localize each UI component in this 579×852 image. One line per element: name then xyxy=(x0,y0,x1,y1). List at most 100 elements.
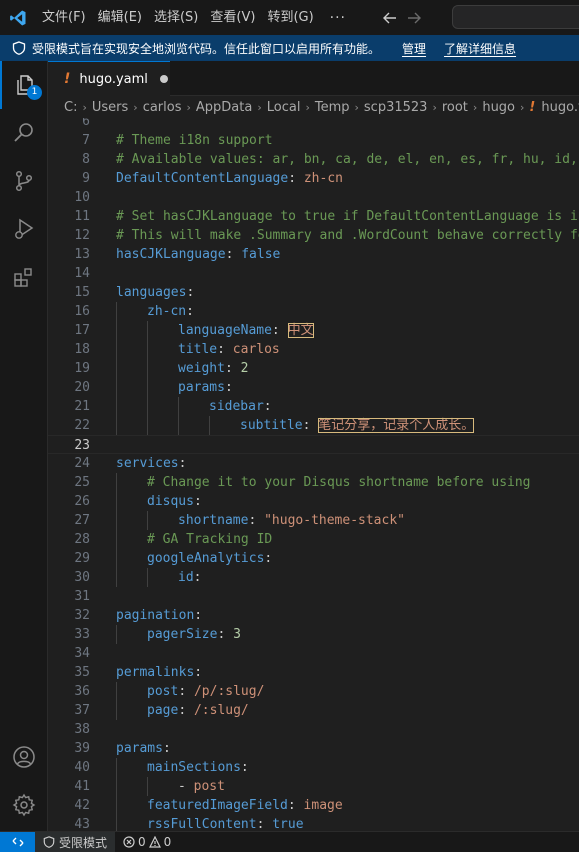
code-text: permalinks: xyxy=(116,663,202,682)
command-center-search[interactable] xyxy=(452,5,579,29)
code-line[interactable]: 25 # Change it to your Disqus shortname b… xyxy=(48,472,579,492)
indent-guide xyxy=(116,358,117,378)
indent-guide xyxy=(116,700,117,720)
code-line[interactable]: 19 weight: 2 xyxy=(48,358,579,378)
code-line[interactable]: 10 xyxy=(48,188,579,207)
forward-arrow-icon[interactable] xyxy=(402,6,426,30)
back-arrow-icon[interactable] xyxy=(378,6,402,30)
problems-indicator[interactable]: 0 0 xyxy=(123,835,174,849)
code-token: # GA Tracking ID xyxy=(147,531,273,547)
indent-guide xyxy=(116,681,117,701)
code-line[interactable]: 27 shortname: "hugo-theme-stack" xyxy=(48,510,579,530)
code-line[interactable]: 22 subtitle: 笔记分享，记录个人成长。 xyxy=(48,415,579,435)
code-line[interactable]: 21 sidebar: xyxy=(48,396,579,416)
code-line[interactable]: 32 pagination: xyxy=(48,606,579,625)
code-line[interactable]: 31 xyxy=(48,587,579,606)
menu-edit[interactable]: 编辑(E) xyxy=(92,6,148,30)
code-line[interactable]: 28 # GA Tracking ID xyxy=(48,529,579,549)
code-token: image xyxy=(303,797,343,813)
breadcrumb-item[interactable]: Users xyxy=(92,100,128,115)
menu-more-button[interactable]: ··· xyxy=(320,10,356,26)
code-token: : xyxy=(287,797,304,813)
code-line[interactable]: 7 # Theme i18n support xyxy=(48,131,579,150)
code-line[interactable]: 20 params: xyxy=(48,377,579,397)
code-line[interactable]: 18 title: carlos xyxy=(48,339,579,359)
line-number: 31 xyxy=(74,588,90,604)
code-line[interactable]: 29 googleAnalytics: xyxy=(48,548,579,568)
code-text: sidebar: xyxy=(209,397,272,416)
source-control-icon[interactable] xyxy=(0,157,48,205)
code-line[interactable]: 26 disqus: xyxy=(48,491,579,511)
code-line[interactable]: 36 post: /p/:slug/ xyxy=(48,681,579,701)
code-line[interactable]: 30 id: xyxy=(48,567,579,587)
code-line[interactable]: 6 xyxy=(48,118,579,131)
code-line[interactable]: 39 params: xyxy=(48,739,579,758)
code-text: rssFullContent: true xyxy=(147,815,304,832)
code-token: languages xyxy=(116,284,187,300)
code-text: # GA Tracking ID xyxy=(147,530,272,549)
code-line[interactable]: 41 - post xyxy=(48,776,579,796)
code-token: pagerSize xyxy=(147,626,218,642)
code-token: # This will make .Summary and .WordCount… xyxy=(116,227,579,243)
code-token: : xyxy=(263,398,272,414)
menu-go[interactable]: 转到(G) xyxy=(261,6,319,30)
breadcrumb-item[interactable]: Temp xyxy=(315,100,350,115)
code-line[interactable]: 8 # Available values: ar, bn, ca, de, el,… xyxy=(48,150,579,169)
code-line[interactable]: 37 page: /:slug/ xyxy=(48,700,579,720)
title-bar: 文件(F) 编辑(E) 选择(S) 查看(V) 转到(G) ··· xyxy=(0,0,579,35)
indent-guide xyxy=(147,415,148,435)
code-line[interactable]: 16 zh-cn: xyxy=(48,301,579,321)
code-token: : xyxy=(256,816,273,832)
breadcrumb-item[interactable]: carlos xyxy=(143,100,182,115)
run-and-debug-icon[interactable] xyxy=(0,205,48,253)
code-text: page: /:slug/ xyxy=(147,701,249,720)
code-line[interactable]: 17 languageName: 中文 xyxy=(48,320,579,340)
current-code-line[interactable]: 23 xyxy=(48,434,579,454)
code-line[interactable]: 9 DefaultContentLanguage: zh-cn xyxy=(48,169,579,188)
code-line[interactable]: 35 permalinks: xyxy=(48,663,579,682)
line-number: 6 xyxy=(82,118,90,129)
banner-manage-link[interactable]: 管理 xyxy=(402,40,426,57)
code-line[interactable]: 11 # Set hasCJKLanguage to true if Defaul… xyxy=(48,207,579,226)
remote-indicator-icon[interactable] xyxy=(0,831,35,852)
code-line[interactable]: 14 xyxy=(48,264,579,283)
indent-guide xyxy=(116,491,117,511)
tab-hugo-yaml[interactable]: ! hugo.yaml xyxy=(48,61,170,96)
unsaved-dot-icon[interactable] xyxy=(159,75,168,83)
banner-learn-more-link[interactable]: 了解详细信息 xyxy=(444,40,516,57)
code-line[interactable]: 33 pagerSize: 3 xyxy=(48,624,579,644)
code-line[interactable]: 42 featuredImageField: image xyxy=(48,795,579,815)
line-number: 27 xyxy=(74,512,90,528)
breadcrumb-item[interactable]: C: xyxy=(64,100,77,115)
breadcrumb-item[interactable]: root xyxy=(442,100,468,115)
code-editor[interactable]: 6 7 # Theme i18n support 8 # Available value… xyxy=(48,118,579,831)
breadcrumb-item[interactable]: AppData xyxy=(196,100,252,115)
code-token: disqus xyxy=(147,493,194,509)
menu-file[interactable]: 文件(F) xyxy=(36,6,92,30)
breadcrumb-item[interactable]: hugo.yaml xyxy=(541,100,579,115)
code-line[interactable]: 15 languages: xyxy=(48,283,579,302)
code-token: : xyxy=(240,759,249,775)
breadcrumb-item[interactable]: Local xyxy=(267,100,301,115)
code-line[interactable]: 13 hasCJKLanguage: false xyxy=(48,245,579,264)
explorer-icon[interactable]: 1 xyxy=(0,61,48,109)
code-line[interactable]: 34 xyxy=(48,644,579,663)
code-text: post: /p/:slug/ xyxy=(147,682,264,701)
search-icon[interactable] xyxy=(0,109,48,157)
indent-guide xyxy=(116,776,117,796)
breadcrumb-item[interactable]: scp31523 xyxy=(364,100,428,115)
code-token: : xyxy=(186,284,195,300)
account-icon[interactable] xyxy=(0,733,48,781)
settings-gear-icon[interactable] xyxy=(0,781,48,829)
breadcrumb-item[interactable]: hugo xyxy=(482,100,515,115)
extensions-icon[interactable] xyxy=(0,253,48,301)
chevron-right-icon: › xyxy=(82,100,87,114)
code-line[interactable]: 24 services: xyxy=(48,454,579,473)
menu-selection[interactable]: 选择(S) xyxy=(148,6,204,30)
code-line[interactable]: 12 # This will make .Summary and .WordCou… xyxy=(48,226,579,245)
code-line[interactable]: 40 mainSections: xyxy=(48,757,579,777)
menu-view[interactable]: 查看(V) xyxy=(204,6,261,30)
code-line[interactable]: 43 rssFullContent: true xyxy=(48,814,579,832)
code-line[interactable]: 38 xyxy=(48,720,579,739)
restricted-mode-status[interactable]: 受限模式 xyxy=(35,831,116,852)
